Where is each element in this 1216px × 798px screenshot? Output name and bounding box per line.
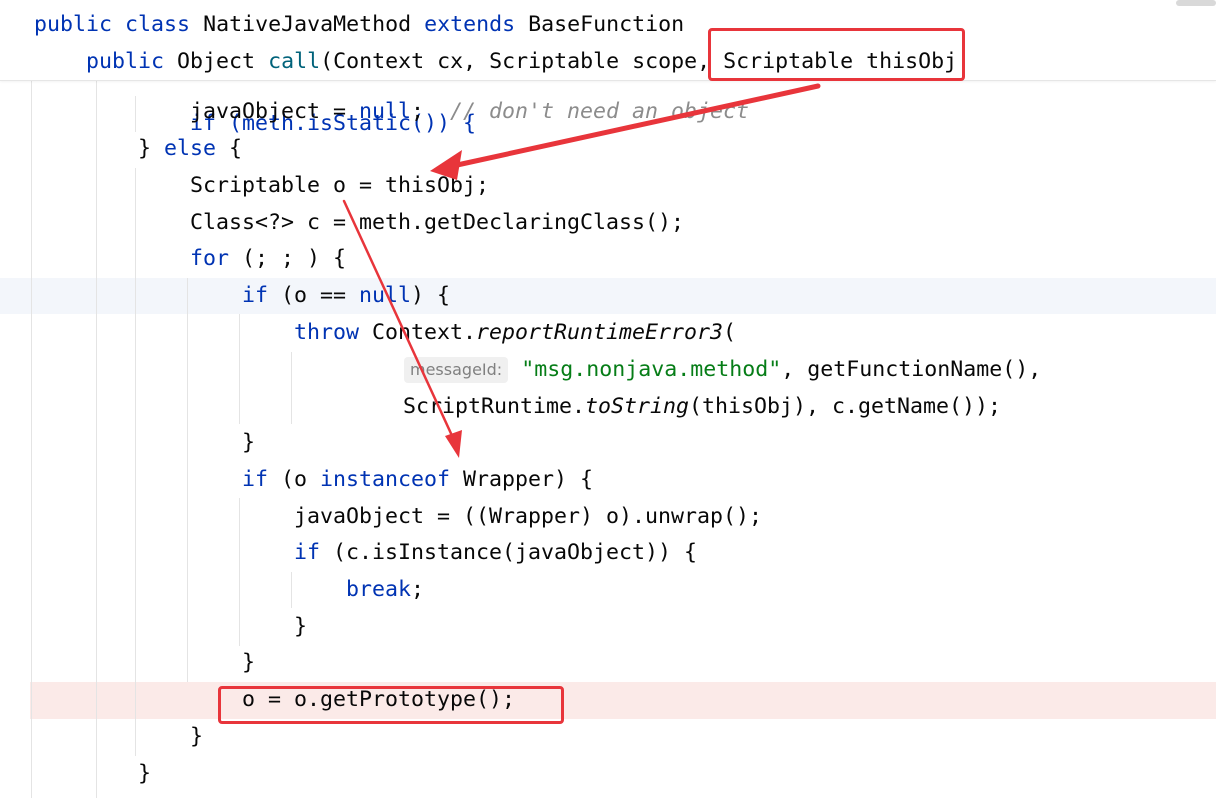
code-line: for (; ; ) { — [190, 241, 346, 277]
code-line: } — [242, 425, 255, 461]
static-method-call: toString — [585, 394, 690, 419]
code-text: (o — [268, 467, 321, 492]
method-params: (Context cx, Scriptable scope, — [320, 49, 724, 74]
code-text: (o == — [268, 283, 360, 308]
null-keyword: null — [359, 99, 412, 124]
code-editor[interactable]: if (meth.isStatic()) { javaObject = null… — [0, 0, 1216, 798]
base-class-name: BaseFunction — [528, 12, 685, 37]
horizontal-scrollbar-thumb[interactable] — [1176, 0, 1216, 6]
code-text: } — [242, 430, 256, 455]
code-line: if (o == null) { — [242, 278, 450, 314]
code-text: } — [242, 650, 256, 675]
indent-guide — [291, 572, 292, 608]
indent-guide — [239, 314, 240, 424]
code-line: throw Context.reportRuntimeError3( — [294, 315, 736, 351]
code-text: (thisObj), c.getName()); — [689, 394, 1002, 419]
code-line: } else { — [138, 131, 242, 167]
code-line: if (c.isInstance(javaObject)) { — [294, 535, 697, 571]
for-keyword: for — [190, 246, 230, 271]
else-keyword: else — [164, 136, 217, 161]
code-line: } — [242, 645, 255, 681]
code-text: ) { — [411, 283, 451, 308]
sticky-scope-header[interactable]: public class NativeJavaMethod extends Ba… — [0, 0, 1216, 81]
code-line: javaObject = null; // don't need an obje… — [190, 94, 749, 130]
code-line: Class<?> c = meth.getDeclaringClass(); — [190, 205, 684, 241]
code-text: ScriptRuntime. — [403, 394, 586, 419]
code-line: } — [190, 719, 203, 755]
string-literal: "msg.nonjava.method" — [521, 357, 782, 382]
code-text: javaObject = ((Wrapper) o).unwrap(); — [294, 504, 763, 529]
method-name: call — [268, 49, 321, 74]
throw-keyword: throw — [294, 320, 360, 345]
indent-guide — [135, 168, 136, 756]
code-text: { — [216, 136, 243, 161]
static-method-call: reportRuntimeError3 — [476, 320, 724, 345]
instanceof-keyword: instanceof — [320, 467, 451, 492]
code-text: Class<?> c = meth.getDeclaringClass(); — [190, 210, 685, 235]
code-line: break; — [346, 572, 424, 608]
return-type: Object — [177, 49, 256, 74]
code-text: , getFunctionName(), — [781, 357, 1042, 382]
code-text: } — [138, 136, 165, 161]
class-keyword: class — [125, 12, 191, 37]
code-text: } — [294, 614, 308, 639]
code-text: ; — [411, 99, 451, 124]
code-text: javaObject = — [190, 99, 360, 124]
public-keyword: public — [34, 12, 113, 37]
code-line: } — [138, 756, 151, 792]
highlighted-line-background — [30, 682, 1216, 719]
indent-guide — [96, 80, 97, 798]
code-line: Scriptable o = thisObj; — [190, 168, 489, 204]
null-keyword: null — [359, 283, 412, 308]
indent-guide — [291, 352, 292, 424]
code-text: Context. — [359, 320, 477, 345]
class-declaration-line[interactable]: public class NativeJavaMethod extends Ba… — [34, 7, 684, 43]
code-text: (c.isInstance(javaObject)) { — [320, 540, 698, 565]
indent-guide — [239, 498, 240, 646]
if-keyword: if — [242, 283, 269, 308]
annotation-box-thisobj — [708, 28, 965, 81]
class-name: NativeJavaMethod — [203, 12, 412, 37]
code-line: ScriptRuntime.toString(thisObj), c.getNa… — [403, 389, 1001, 425]
code-text: Wrapper) { — [450, 467, 594, 492]
annotation-box-getprototype — [218, 686, 564, 724]
if-keyword: if — [294, 540, 321, 565]
code-text: ; — [411, 577, 425, 602]
code-text: (; ; ) { — [229, 246, 347, 271]
code-text: } — [138, 761, 152, 786]
code-text: ( — [723, 320, 737, 345]
public-keyword: public — [86, 49, 165, 74]
extends-keyword: extends — [424, 12, 516, 37]
indent-guide — [31, 80, 32, 798]
indent-guide — [135, 96, 136, 132]
code-text: } — [190, 724, 204, 749]
code-line: messageId: "msg.nonjava.method", getFunc… — [404, 352, 1041, 388]
code-line: javaObject = ((Wrapper) o).unwrap(); — [294, 499, 762, 535]
code-comment: // don't need an object — [450, 99, 750, 124]
indent-guide — [187, 278, 188, 682]
code-line: if (o instanceof Wrapper) { — [242, 462, 593, 498]
annotation-arrow-2-head — [445, 430, 462, 458]
code-text: Scriptable o = thisObj; — [190, 173, 490, 198]
parameter-hint: messageId: — [404, 357, 509, 383]
break-keyword: break — [346, 577, 412, 602]
if-keyword: if — [242, 467, 269, 492]
code-line: } — [294, 609, 307, 645]
current-line-highlight — [0, 278, 1216, 314]
